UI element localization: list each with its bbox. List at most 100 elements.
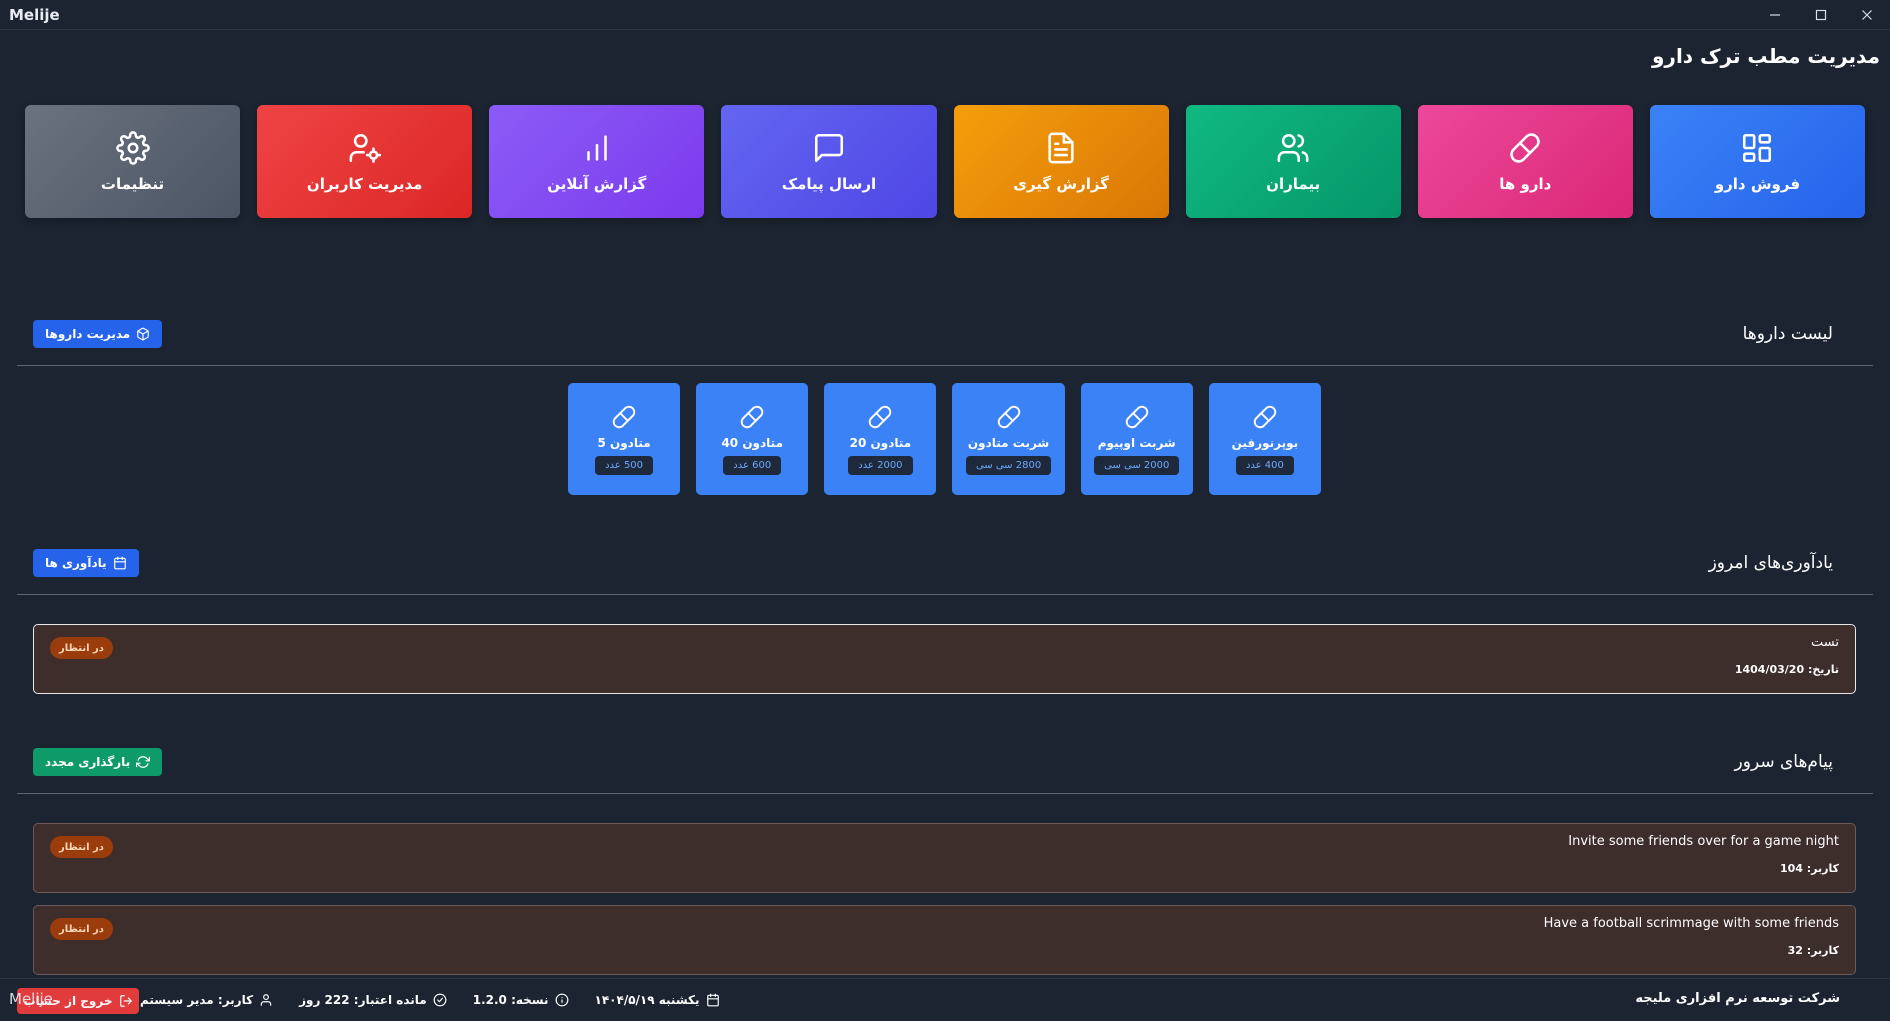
drug-list: بوپرنورفین 400 عدد شربت اوپیوم 2000 سی س… [568, 383, 1321, 495]
status-validity: مانده اعتبار: 222 روز [299, 993, 447, 1007]
tile-reports[interactable]: گزارش گیری [954, 105, 1169, 218]
tile-user-management[interactable]: مدیریت کاربران [257, 105, 472, 218]
drug-card[interactable]: شربت اوپیوم 2000 سی سی [1081, 383, 1193, 495]
drug-card[interactable]: متادون 20 2000 عدد [824, 383, 936, 495]
drug-name: متادون 40 [721, 436, 783, 450]
tile-send-sms[interactable]: ارسال پیامک [721, 105, 936, 218]
pill-icon [996, 404, 1022, 430]
status-badge: در انتظار [50, 918, 113, 940]
tile-label: تنظیمات [101, 175, 164, 193]
pill-icon [867, 404, 893, 430]
drug-qty: 600 عدد [723, 456, 781, 475]
info-icon [555, 993, 569, 1007]
reminder-date: تاریخ: 1404/03/20 [1735, 663, 1839, 676]
tile-online-report[interactable]: گزارش آنلاین [489, 105, 704, 218]
drugs-section-header: لیست داروها مدیریت داروها [17, 316, 1873, 366]
pill-icon [1252, 404, 1278, 430]
drug-qty: 400 عدد [1236, 456, 1294, 475]
minimize-icon [1769, 9, 1781, 21]
check-circle-icon [433, 993, 447, 1007]
status-version: نسخه: 1.2.0 [473, 993, 569, 1007]
status-items: یکشنبه ۱۴۰۴/۵/۱۹ نسخه: 1.2.0 مانده اعتبا… [140, 979, 720, 1021]
minimize-button[interactable] [1752, 0, 1798, 30]
refresh-icon [136, 755, 150, 769]
tile-label: گزارش آنلاین [547, 175, 646, 193]
drug-qty: 2000 سی سی [1094, 456, 1179, 475]
status-bar: شرکت توسعه نرم افزاری ملیجه یکشنبه ۱۴۰۴/… [0, 978, 1890, 1020]
reminder-item[interactable]: تست تاریخ: 1404/03/20 در انتظار [33, 624, 1856, 694]
tile-drug-sales[interactable]: فروش دارو [1650, 105, 1865, 218]
drug-card[interactable]: بوپرنورفین 400 عدد [1209, 383, 1321, 495]
messages-section-header: پیام‌های سرور بارگذاری مجدد [17, 744, 1873, 794]
close-button[interactable] [1844, 0, 1890, 30]
message-user: کاربر: 104 [1780, 862, 1839, 875]
tile-label: فروش دارو [1715, 175, 1800, 193]
close-icon [1861, 9, 1873, 21]
drug-name: شربت متادون [968, 436, 1049, 450]
tile-patients[interactable]: بیماران [1186, 105, 1401, 218]
page-title: مدیریت مطب ترک دارو [1652, 44, 1880, 68]
user-text: کاربر: مدیر سیستم [140, 993, 253, 1007]
drug-name: شربت اوپیوم [1098, 436, 1176, 450]
drug-name: بوپرنورفین [1232, 436, 1299, 450]
tile-drugs[interactable]: دارو ها [1418, 105, 1633, 218]
reload-button-label: بارگذاری مجدد [45, 755, 130, 769]
tile-settings[interactable]: تنظیمات [25, 105, 240, 218]
drug-qty: 500 عدد [595, 456, 653, 475]
manage-drugs-label: مدیریت داروها [45, 327, 130, 341]
message-icon [812, 131, 846, 165]
drugs-section-title: لیست داروها [1743, 324, 1833, 344]
status-user: کاربر: مدیر سیستم [140, 993, 273, 1007]
version-text: نسخه: 1.2.0 [473, 993, 549, 1007]
status-badge: در انتظار [50, 637, 113, 659]
bar-chart-icon [580, 131, 614, 165]
tile-label: مدیریت کاربران [307, 175, 423, 193]
nav-tiles: فروش دارو دارو ها بیماران گزارش گیری ارس… [25, 105, 1865, 218]
message-item[interactable]: Invite some friends over for a game nigh… [33, 823, 1856, 893]
footer-app-name: Melije [9, 990, 53, 1008]
messages-section-title: پیام‌های سرور [1735, 752, 1833, 772]
status-badge: در انتظار [50, 836, 113, 858]
drug-card[interactable]: متادون 5 500 عدد [568, 383, 680, 495]
user-icon [259, 993, 273, 1007]
app-title: Melije [0, 6, 60, 24]
drug-card[interactable]: شربت متادون 2800 سی سی [952, 383, 1064, 495]
status-date: یکشنبه ۱۴۰۴/۵/۱۹ [595, 993, 720, 1007]
maximize-button[interactable] [1798, 0, 1844, 30]
pill-icon [611, 404, 637, 430]
calendar-icon [706, 993, 720, 1007]
drug-qty: 2000 عدد [848, 456, 912, 475]
message-text: Invite some friends over for a game nigh… [1568, 834, 1839, 849]
pill-icon [1508, 131, 1542, 165]
tile-label: دارو ها [1499, 175, 1551, 193]
window-controls [1752, 0, 1890, 30]
reload-button[interactable]: بارگذاری مجدد [33, 748, 162, 776]
drug-qty: 2800 سی سی [966, 456, 1051, 475]
user-settings-icon [348, 131, 382, 165]
package-icon [136, 327, 150, 341]
reminders-button[interactable]: یادآوری ها [33, 549, 139, 577]
reminder-title: تست [1811, 635, 1839, 650]
pill-icon [1124, 404, 1150, 430]
message-user: کاربر: 32 [1788, 944, 1839, 957]
reminders-section-header: یادآوری‌های امروز یادآوری ها [17, 545, 1873, 595]
grid-icon [1740, 131, 1774, 165]
validity-text: مانده اعتبار: 222 روز [299, 993, 427, 1007]
drug-name: متادون 20 [850, 436, 912, 450]
calendar-icon [113, 556, 127, 570]
message-item[interactable]: Have a football scrimmage with some frie… [33, 905, 1856, 975]
maximize-icon [1815, 9, 1827, 21]
gear-icon [116, 131, 150, 165]
tile-label: گزارش گیری [1013, 175, 1109, 193]
drug-card[interactable]: متادون 40 600 عدد [696, 383, 808, 495]
tile-label: بیماران [1266, 175, 1320, 193]
company-name: شرکت توسعه نرم افزاری ملیجه [1635, 991, 1840, 1006]
reminders-button-label: یادآوری ها [45, 556, 107, 570]
date-text: یکشنبه ۱۴۰۴/۵/۱۹ [595, 993, 700, 1007]
drug-name: متادون 5 [597, 436, 650, 450]
tile-label: ارسال پیامک [782, 175, 876, 193]
logout-icon [119, 994, 133, 1008]
message-text: Have a football scrimmage with some frie… [1544, 916, 1839, 931]
manage-drugs-button[interactable]: مدیریت داروها [33, 320, 162, 348]
pill-icon [739, 404, 765, 430]
